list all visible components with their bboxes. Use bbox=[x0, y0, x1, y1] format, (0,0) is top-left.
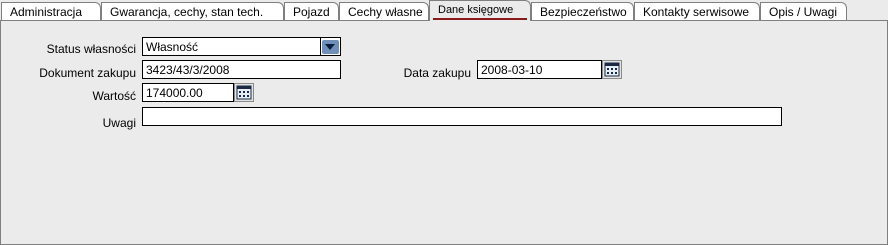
tab-label: Bezpieczeństwo bbox=[540, 5, 627, 19]
status-wlasnosci-dropdown-button[interactable] bbox=[321, 37, 341, 56]
dokument-zakupu-field[interactable]: 3423/43/3/2008 bbox=[142, 60, 341, 79]
tab-gwarancja[interactable]: Gwarancja, cechy, stan tech. bbox=[101, 2, 284, 20]
tab-pojazd[interactable]: Pojazd bbox=[284, 2, 339, 20]
tab-label: Dane księgowe bbox=[438, 4, 514, 16]
tab-bezpieczenstwo[interactable]: Bezpieczeństwo bbox=[531, 2, 634, 20]
tab-kontakty-serwisowe[interactable]: Kontakty serwisowe bbox=[634, 2, 760, 20]
tab-label: Administracja bbox=[10, 5, 83, 19]
tab-label: Gwarancja, cechy, stan tech. bbox=[110, 5, 264, 19]
status-wlasnosci-label: Status własności bbox=[46, 42, 136, 56]
tab-label: Opis / Uwagi bbox=[769, 5, 838, 19]
tab-cechy-wlasne[interactable]: Cechy własne bbox=[339, 2, 429, 20]
tab-label: Cechy własne bbox=[348, 5, 423, 19]
chevron-down-icon bbox=[322, 40, 339, 54]
tab-administracja[interactable]: Administracja bbox=[1, 2, 101, 20]
dokument-zakupu-label: Dokument zakupu bbox=[39, 66, 136, 80]
uwagi-field[interactable] bbox=[142, 107, 782, 126]
tab-label: Kontakty serwisowe bbox=[643, 5, 750, 19]
tab-opis-uwagi[interactable]: Opis / Uwagi bbox=[760, 2, 847, 20]
uwagi-label: Uwagi bbox=[102, 116, 136, 130]
data-zakupu-field[interactable]: 2008-03-10 bbox=[477, 60, 602, 79]
data-zakupu-calendar-button[interactable] bbox=[602, 60, 622, 79]
data-zakupu-label: Data zakupu bbox=[403, 66, 471, 80]
tab-label: Pojazd bbox=[293, 5, 330, 19]
tab-bar: Administracja Gwarancja, cechy, stan tec… bbox=[0, 0, 888, 21]
calculator-icon bbox=[236, 85, 252, 100]
status-wlasnosci-select[interactable]: Własność bbox=[142, 37, 321, 56]
tab-dane-ksiegowe[interactable]: Dane księgowe bbox=[429, 0, 531, 21]
dane-ksiegowe-panel: Status własności Własność Dokument zakup… bbox=[0, 20, 888, 245]
wartosc-calculator-button[interactable] bbox=[234, 83, 254, 102]
calendar-icon bbox=[604, 62, 620, 77]
wartosc-label: Wartość bbox=[92, 89, 136, 103]
wartosc-field[interactable]: 174000.00 bbox=[142, 83, 234, 102]
